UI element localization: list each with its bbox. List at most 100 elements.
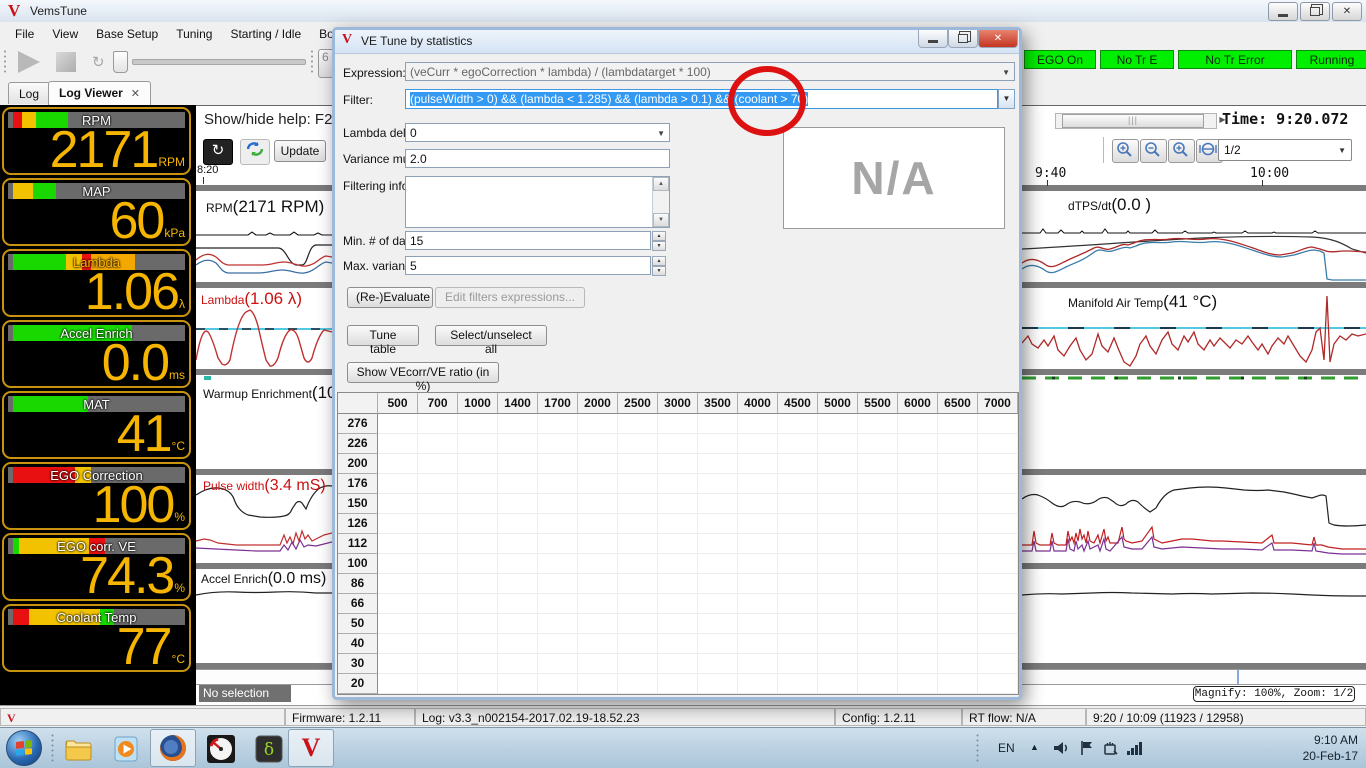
row-header-86[interactable]: 86 [338, 574, 378, 594]
accel-strip-chart-right[interactable] [1022, 569, 1366, 663]
cell-150-500[interactable] [378, 494, 418, 514]
menu-file[interactable]: File [6, 24, 43, 44]
ve-tune-dialog[interactable]: V VE Tune by statistics ✕ Expression: (v… [332, 27, 1022, 700]
cell-50-4500[interactable] [778, 614, 818, 634]
cell-66-1400[interactable] [498, 594, 538, 614]
warmup-strip-chart-right[interactable] [1022, 375, 1366, 383]
cell-112-1700[interactable] [538, 534, 578, 554]
row-header-150[interactable]: 150 [338, 494, 378, 514]
cell-30-2000[interactable] [578, 654, 618, 674]
cell-226-7000[interactable] [978, 434, 1018, 454]
cell-100-5000[interactable] [818, 554, 858, 574]
cell-126-1700[interactable] [538, 514, 578, 534]
cell-30-700[interactable] [418, 654, 458, 674]
col-header-3000[interactable]: 3000 [658, 393, 698, 414]
cell-100-4000[interactable] [738, 554, 778, 574]
tray-grip[interactable] [975, 733, 980, 763]
cell-86-5000[interactable] [818, 574, 858, 594]
col-header-5500[interactable]: 5500 [858, 393, 898, 414]
vemstune-taskbar-button[interactable]: V [288, 729, 334, 767]
cell-200-5000[interactable] [818, 454, 858, 474]
cell-200-5500[interactable] [858, 454, 898, 474]
cell-150-4500[interactable] [778, 494, 818, 514]
start-button[interactable] [6, 730, 42, 766]
spin-up-icon[interactable]: ▲ [652, 256, 666, 266]
cell-86-700[interactable] [418, 574, 458, 594]
cell-276-7000[interactable] [978, 414, 1018, 434]
cell-126-500[interactable] [378, 514, 418, 534]
spin-up-icon[interactable]: ▲ [652, 231, 666, 241]
cell-200-500[interactable] [378, 454, 418, 474]
cell-226-2500[interactable] [618, 434, 658, 454]
cell-30-5000[interactable] [818, 654, 858, 674]
scroll-down-icon[interactable]: ▼ [653, 213, 669, 227]
zoom-reset-button[interactable] [1168, 139, 1195, 163]
filter-dropdown-button[interactable]: ▼ [998, 89, 1015, 109]
cell-86-6500[interactable] [938, 574, 978, 594]
cell-112-3000[interactable] [658, 534, 698, 554]
dialog-close-button[interactable]: ✕ [978, 30, 1018, 48]
cell-126-2000[interactable] [578, 514, 618, 534]
cell-112-500[interactable] [378, 534, 418, 554]
cell-20-5500[interactable] [858, 674, 898, 694]
cell-200-700[interactable] [418, 454, 458, 474]
cell-112-2000[interactable] [578, 534, 618, 554]
cell-200-1400[interactable] [498, 454, 538, 474]
cell-176-1000[interactable] [458, 474, 498, 494]
scroll-up-icon[interactable]: ▲ [653, 177, 669, 191]
cell-50-700[interactable] [418, 614, 458, 634]
cell-150-6500[interactable] [938, 494, 978, 514]
cell-30-6000[interactable] [898, 654, 938, 674]
cell-112-1400[interactable] [498, 534, 538, 554]
cell-226-4500[interactable] [778, 434, 818, 454]
cell-112-5500[interactable] [858, 534, 898, 554]
right-scrollbar-thumb[interactable]: ||| [1062, 114, 1204, 128]
cell-100-1400[interactable] [498, 554, 538, 574]
cell-40-5500[interactable] [858, 634, 898, 654]
cell-226-2000[interactable] [578, 434, 618, 454]
cell-150-1700[interactable] [538, 494, 578, 514]
toolbar-grip[interactable] [3, 49, 7, 75]
cell-50-4000[interactable] [738, 614, 778, 634]
refresh-button[interactable]: ↻ [203, 139, 233, 165]
cell-86-1700[interactable] [538, 574, 578, 594]
cell-276-6500[interactable] [938, 414, 978, 434]
firefox-taskbar-button[interactable] [150, 729, 196, 767]
tab-log-viewer[interactable]: Log Viewer✕ [48, 81, 151, 105]
cell-226-6500[interactable] [938, 434, 978, 454]
col-header-1400[interactable]: 1400 [498, 393, 538, 414]
cell-112-1000[interactable] [458, 534, 498, 554]
cell-276-5500[interactable] [858, 414, 898, 434]
cell-126-3000[interactable] [658, 514, 698, 534]
cell-50-2500[interactable] [618, 614, 658, 634]
sync-icon-button[interactable] [240, 139, 270, 165]
cell-50-5500[interactable] [858, 614, 898, 634]
cell-30-5500[interactable] [858, 654, 898, 674]
tune-table-button[interactable]: Tune table [347, 325, 419, 346]
show-vecorr-ratio-button[interactable]: Show VEcorr/VE ratio (in %) [347, 362, 499, 383]
gauge-app-taskbar-icon[interactable] [204, 732, 238, 765]
cell-66-7000[interactable] [978, 594, 1018, 614]
cell-86-2000[interactable] [578, 574, 618, 594]
cell-176-4000[interactable] [738, 474, 778, 494]
cell-150-700[interactable] [418, 494, 458, 514]
cell-226-6000[interactable] [898, 434, 938, 454]
row-header-176[interactable]: 176 [338, 474, 378, 494]
row-header-20[interactable]: 20 [338, 674, 378, 694]
cell-86-4500[interactable] [778, 574, 818, 594]
cell-30-3000[interactable] [658, 654, 698, 674]
cell-40-500[interactable] [378, 634, 418, 654]
cell-276-1000[interactable] [458, 414, 498, 434]
cell-126-3500[interactable] [698, 514, 738, 534]
col-header-2500[interactable]: 2500 [618, 393, 658, 414]
cell-126-1400[interactable] [498, 514, 538, 534]
cell-50-1700[interactable] [538, 614, 578, 634]
cell-150-1400[interactable] [498, 494, 538, 514]
cell-176-700[interactable] [418, 474, 458, 494]
min-data-spinner[interactable]: ▲▼ [652, 231, 666, 250]
stop-button[interactable] [56, 52, 76, 72]
cell-40-6000[interactable] [898, 634, 938, 654]
cell-86-5500[interactable] [858, 574, 898, 594]
col-header-1000[interactable]: 1000 [458, 393, 498, 414]
network-signal-icon[interactable] [1126, 739, 1146, 760]
